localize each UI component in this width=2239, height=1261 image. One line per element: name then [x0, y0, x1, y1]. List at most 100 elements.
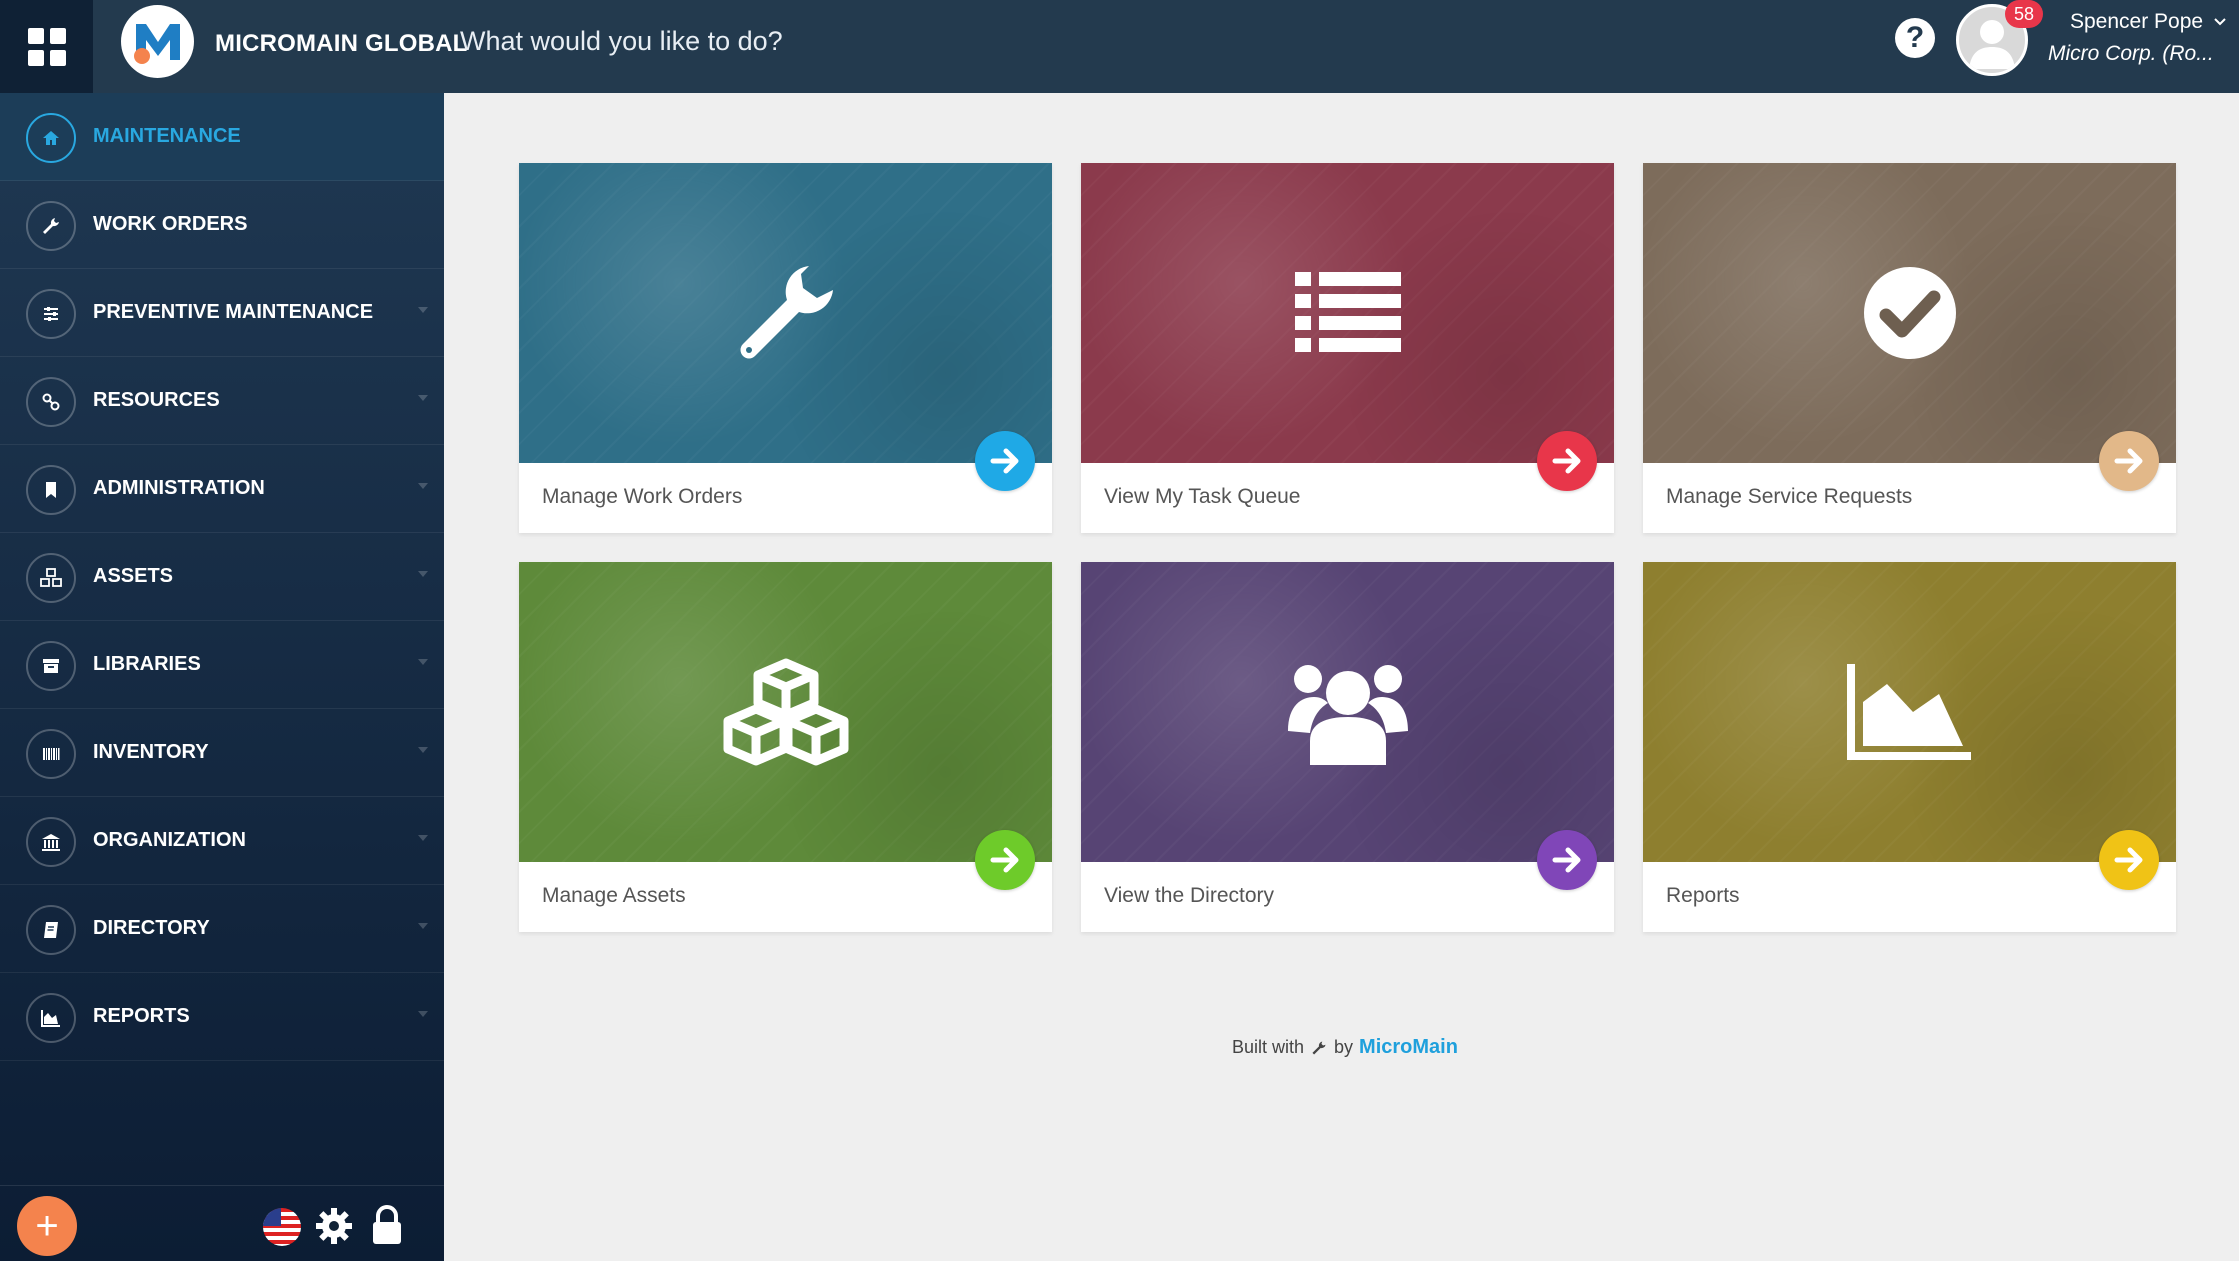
check-circle-icon — [1863, 267, 1956, 359]
arrow-right-icon — [990, 448, 1019, 474]
tile-view-my-task-queue[interactable]: View My Task Queue — [1081, 163, 1614, 533]
brand-name: MICROMAIN GLOBAL — [215, 30, 468, 57]
sidebar-item-reports[interactable]: REPORTS — [0, 973, 444, 1061]
sidebar-item-assets[interactable]: ASSETS — [0, 533, 444, 621]
tile-arrow-button[interactable] — [2099, 431, 2159, 491]
arrow-right-icon — [2114, 448, 2143, 474]
tile-label: View the Directory — [1104, 884, 1275, 907]
sidebar-item-directory[interactable]: DIRECTORY — [0, 885, 444, 973]
caret-down-icon — [418, 483, 428, 489]
caret-down-icon — [418, 923, 428, 929]
tile-label: View My Task Queue — [1104, 485, 1301, 508]
sidebar-item-label: ADMINISTRATION — [93, 477, 265, 499]
micromain-logo[interactable] — [121, 5, 194, 78]
bookmark-icon — [26, 465, 76, 515]
tile-label: Manage Work Orders — [542, 485, 743, 508]
sidebar-item-maintenance[interactable]: MAINTENANCE — [0, 93, 444, 181]
caret-down-icon — [418, 395, 428, 401]
sidebar-item-inventory[interactable]: INVENTORY — [0, 709, 444, 797]
sidebar-item-label: LIBRARIES — [93, 653, 201, 675]
tile-image — [1081, 562, 1614, 862]
sidebar-item-work-orders[interactable]: WORK ORDERS — [0, 181, 444, 269]
sidebar-item-administration[interactable]: ADMINISTRATION — [0, 445, 444, 533]
caret-down-icon — [418, 659, 428, 665]
sliders-icon — [26, 289, 76, 339]
users-icon — [1287, 665, 1408, 765]
sidebar-item-label: MAINTENANCE — [93, 125, 241, 147]
tile-arrow-button[interactable] — [2099, 830, 2159, 890]
tile-manage-assets[interactable]: Manage Assets — [519, 562, 1052, 932]
chevron-down-icon — [2214, 18, 2226, 26]
area-chart-icon — [26, 993, 76, 1043]
sidebar-item-label: ORGANIZATION — [93, 829, 246, 851]
sidebar: MAINTENANCE WORK ORDERS PREVENTIVE MAINT… — [0, 93, 444, 1261]
tile-label: Manage Assets — [542, 884, 686, 907]
tile-arrow-button[interactable] — [1537, 830, 1597, 890]
logo-mark — [133, 23, 180, 64]
sidebar-item-libraries[interactable]: LIBRARIES — [0, 621, 444, 709]
tile-view-the-directory[interactable]: View the Directory — [1081, 562, 1614, 932]
sidebar-item-resources[interactable]: RESOURCES — [0, 357, 444, 445]
tile-image — [1643, 163, 2176, 463]
help-icon[interactable]: ? — [1895, 18, 1935, 58]
gear-icon[interactable] — [314, 1206, 354, 1246]
tile-image — [1643, 562, 2176, 862]
area-chart-icon — [1846, 664, 1971, 760]
apps-menu-button[interactable] — [0, 0, 93, 93]
wrench-icon — [26, 201, 76, 251]
page-footer: Built with by MicroMain — [1232, 1036, 1458, 1059]
arrow-right-icon — [2114, 847, 2143, 873]
barcode-icon — [26, 729, 76, 779]
grid-icon — [27, 27, 66, 66]
notification-badge[interactable]: 58 — [2005, 0, 2043, 28]
tile-manage-work-orders[interactable]: Manage Work Orders — [519, 163, 1052, 533]
caret-down-icon — [418, 307, 428, 313]
user-name: Spencer Pope — [2070, 10, 2204, 33]
tile-reports[interactable]: Reports — [1643, 562, 2176, 932]
arrow-right-icon — [1552, 448, 1581, 474]
cubes-icon — [723, 658, 848, 766]
archive-icon — [26, 641, 76, 691]
tile-label: Manage Service Requests — [1666, 485, 1913, 508]
arrow-right-icon — [990, 847, 1019, 873]
tile-image — [1081, 163, 1614, 463]
caret-down-icon — [418, 835, 428, 841]
wrench-icon — [1312, 1040, 1326, 1055]
tile-arrow-button[interactable] — [1537, 431, 1597, 491]
book-icon — [26, 905, 76, 955]
top-bar: MICROMAIN GLOBAL ? 58 Spencer Pope Micro… — [0, 0, 2239, 93]
tile-label: Reports — [1666, 884, 1740, 907]
bank-icon — [26, 817, 76, 867]
micromain-link[interactable]: MicroMain — [1359, 1036, 1458, 1059]
wrench-icon — [740, 266, 833, 359]
home-icon — [26, 113, 76, 163]
tile-image — [519, 562, 1052, 862]
sidebar-item-label: INVENTORY — [93, 741, 209, 763]
us-flag-icon[interactable] — [263, 1208, 301, 1246]
sidebar-item-label: RESOURCES — [93, 389, 220, 411]
caret-down-icon — [418, 1011, 428, 1017]
cubes-icon — [26, 553, 76, 603]
sidebar-footer: + — [0, 1185, 444, 1261]
built-with-text: Built with — [1232, 1037, 1305, 1057]
add-button[interactable]: + — [17, 1196, 77, 1256]
sidebar-item-label: WORK ORDERS — [93, 213, 248, 235]
user-organization: Micro Corp. (Ro... — [2048, 42, 2214, 65]
user-name-dropdown[interactable]: Spencer Pope — [2070, 10, 2227, 34]
sidebar-item-label: REPORTS — [93, 1005, 190, 1027]
tile-manage-service-requests[interactable]: Manage Service Requests — [1643, 163, 2176, 533]
sidebar-item-preventive-maintenance[interactable]: PREVENTIVE MAINTENANCE — [0, 269, 444, 357]
by-text: by — [1334, 1037, 1354, 1057]
tile-arrow-button[interactable] — [975, 431, 1035, 491]
arrow-right-icon — [1552, 847, 1581, 873]
link-icon — [26, 377, 76, 427]
caret-down-icon — [418, 747, 428, 753]
tile-arrow-button[interactable] — [975, 830, 1035, 890]
caret-down-icon — [418, 571, 428, 577]
command-search-input[interactable] — [460, 18, 1160, 64]
tile-image — [519, 163, 1052, 463]
sidebar-item-label: ASSETS — [93, 565, 174, 587]
lock-icon[interactable] — [370, 1204, 404, 1246]
sidebar-item-organization[interactable]: ORGANIZATION — [0, 797, 444, 885]
list-icon — [1294, 272, 1401, 352]
